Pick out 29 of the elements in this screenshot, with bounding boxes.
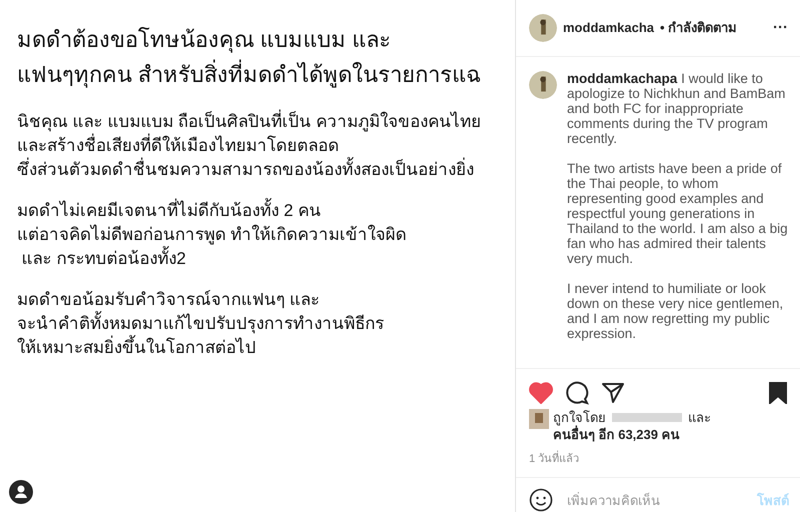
post-heading: มดดำต้องขอโทษน้องคุณ แบมแบม และ: [17, 26, 392, 55]
post-text: มดดำไม่เคยมีเจตนาที่ไม่ดีกับน้องทั้ง 2 คน: [17, 199, 515, 223]
caption-text: I never intend to humiliate or look down on these very nice gentlemen, and I am now regretting my public expression.: [567, 280, 784, 341]
username[interactable]: moddamkacha: [563, 20, 654, 36]
heart-icon[interactable]: [529, 382, 553, 404]
following-status[interactable]: • กำลังติดตาม: [660, 17, 738, 38]
liker-avatar: [529, 409, 549, 429]
avatar[interactable]: [529, 70, 557, 99]
post-text: มดดำขอน้อมรับคำวิจารณ์จากแฟนๆ และ: [17, 289, 321, 311]
post-time: 1 วันที่แล้ว: [516, 443, 800, 478]
post-text: และสร้างชื่อเสียงที่ดีให้เมืองไทยมาโดยตลอด: [17, 134, 515, 158]
post-text: และ กระทบต่อน้องทั้ง2: [17, 247, 515, 271]
post-text: นิชคุณ และ แบมแบม ถือเป็นศิลปินที่เป็น ความภูมิใจของคนไทย: [17, 110, 515, 134]
caption-text: moddamkachapa I would like to apologize to Nichkhun and BamBam and both FC for inappropriate comments during the TV program recently.: [567, 70, 786, 146]
send-icon[interactable]: [601, 382, 625, 404]
post-text: ให้เหมาะสมยิ่งขึ้นในโอกาสต่อไป: [17, 336, 515, 360]
comment-icon[interactable]: [565, 381, 589, 405]
caption-text: The two artists have been a pride of the Thai people, to whom representing good examples and respectful young generations in Thailand to the world. I am also a big fan who has admired their talents very much.: [567, 160, 788, 266]
post-text: แต่อาจคิดไม่ดีพอก่อนการพูด ทำให้เกิดความเข้าใจผิด: [17, 224, 408, 246]
post-text: ซึ่งส่วนตัวมดดำชื่นชมความสามารถของน้องทั้งสองเป็นอย่างยิ่ง: [17, 158, 515, 182]
avatar[interactable]: [529, 14, 557, 42]
post-heading: แฟนๆทุกคน สำหรับสิ่งที่มดดำได้พูดในรายการแฉ: [17, 57, 515, 92]
more-options[interactable]: ···: [773, 19, 788, 36]
emoji-icon[interactable]: [529, 488, 553, 512]
user-icon[interactable]: [9, 480, 33, 504]
likes-text: ถูกใจโดย และ คนอื่นๆ อีก 63,239 คน: [553, 409, 711, 443]
post-text: จะนำคำติทั้งหมดมาแก้ไขปรับปรุงการทำงานพิธีกร: [17, 312, 515, 336]
comment-field[interactable]: เพิ่มความคิดเห็น: [565, 492, 745, 508]
bookmark-icon[interactable]: [768, 382, 788, 404]
